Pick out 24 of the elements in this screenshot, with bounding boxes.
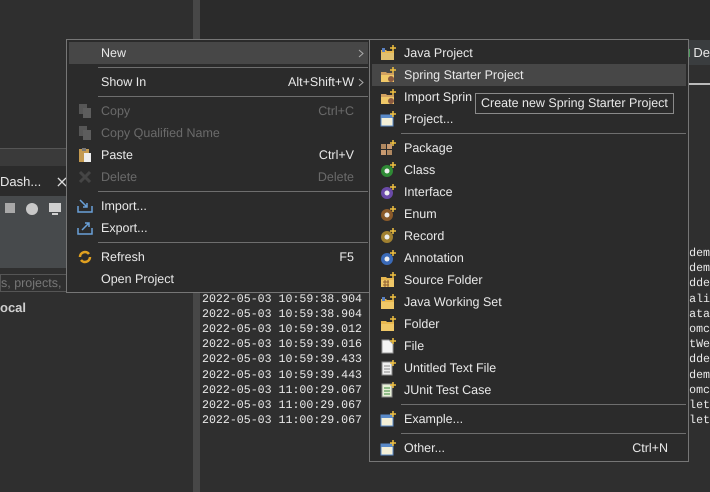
log-timestamp: 2022-05-03 11:00:29.067 <box>202 398 362 414</box>
log-text: tWe <box>689 337 710 352</box>
log-timestamp: 2022-05-03 10:59:39.443 <box>202 368 362 383</box>
log-text: ali <box>689 292 710 307</box>
log-text: omc <box>689 382 710 398</box>
log-text: omc <box>689 322 710 338</box>
log-text: dem <box>689 368 710 383</box>
log-timestamp: 2022-05-03 10:59:39.012 <box>202 322 362 338</box>
log-text: let <box>689 413 710 428</box>
log-text: dde <box>689 352 710 368</box>
tab-label: Dash... <box>0 174 42 188</box>
tooltip: Create new Spring Starter Project <box>475 93 674 114</box>
log-timestamp: 2022-05-03 11:00:29.067 <box>202 382 362 398</box>
log-text: dde <box>689 276 710 292</box>
log-timestamp: 2022-05-03 11:00:29.067 <box>202 413 362 428</box>
log-timestamp: 2022-05-03 10:59:38.904 <box>202 292 362 307</box>
log-text: let <box>689 398 710 414</box>
tab-label: De <box>693 45 710 60</box>
log-timestamp: 2022-05-03 10:59:38.904 <box>202 306 362 322</box>
log-text: ata <box>689 306 710 322</box>
log-text: dem <box>689 246 710 262</box>
log-text: dem <box>689 261 710 276</box>
log-timestamp: 2022-05-03 10:59:39.016 <box>202 337 362 352</box>
log-timestamp: 2022-05-03 10:59:39.433 <box>202 352 362 368</box>
